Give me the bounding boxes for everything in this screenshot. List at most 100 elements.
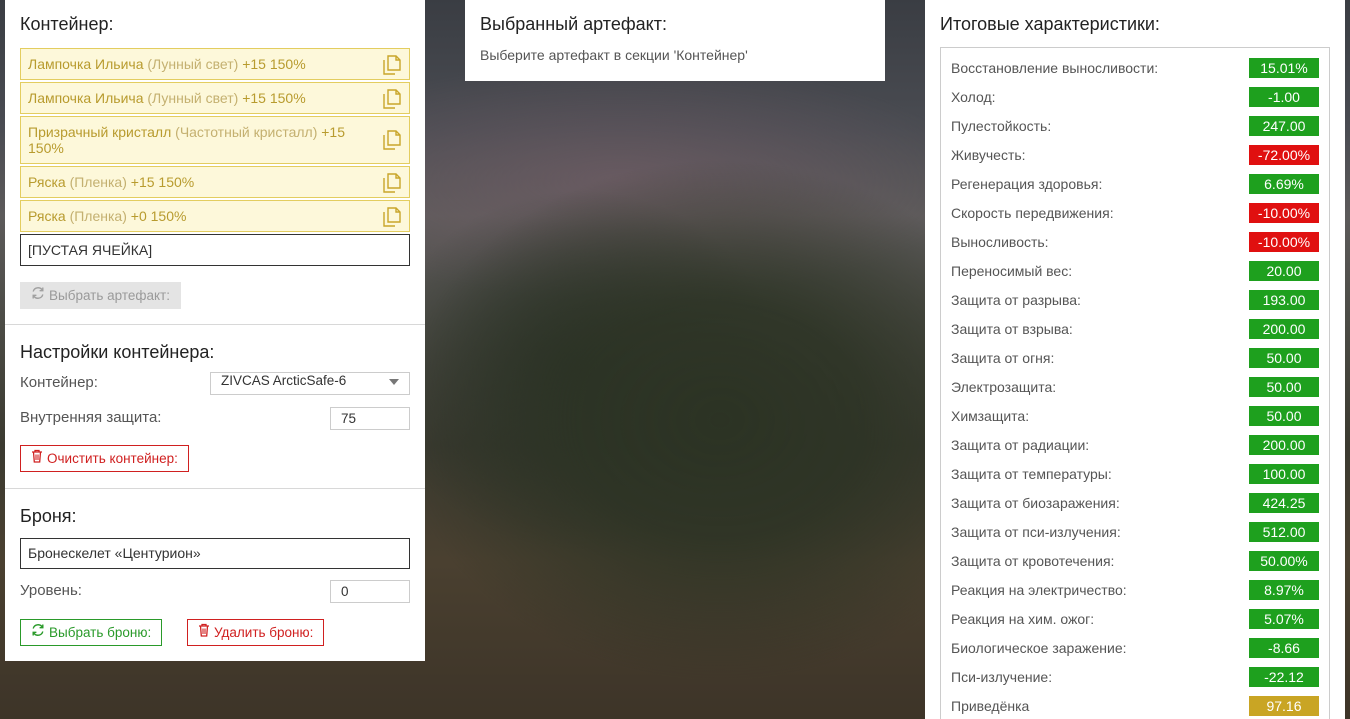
selected-artifact-hint: Выберите артефакт в секции 'Контейнер' <box>480 47 748 63</box>
stat-value: 97.16 <box>1249 695 1319 716</box>
stat-value: 193.00 <box>1249 289 1319 310</box>
copy-icon[interactable] <box>383 207 401 230</box>
stat-row: Электрозащита: 50.00 <box>951 372 1319 401</box>
stat-value: 512.00 <box>1249 521 1319 542</box>
selected-artifact-panel: Выбранный артефакт: Выберите артефакт в … <box>465 0 885 81</box>
stat-value: -10.00% <box>1249 231 1319 252</box>
artifact-name: Лампочка Ильича <box>28 90 144 106</box>
artifact-type: (Лунный свет) <box>147 56 239 72</box>
stat-row: Реакция на хим. ожог: 5.07% <box>951 604 1319 633</box>
refresh-icon <box>31 283 45 308</box>
stat-label: Электрозащита: <box>951 378 1057 395</box>
delete-armor-label: Удалить броню: <box>214 625 314 640</box>
copy-icon[interactable] <box>383 130 401 153</box>
stat-value: 50.00 <box>1249 347 1319 368</box>
container-select-value: ZIVCAS ArcticSafe-6 <box>221 373 347 388</box>
stat-row: Пси-излучение: -22.12 <box>951 662 1319 691</box>
stat-value: -10.00% <box>1249 202 1319 223</box>
stat-row: Приведёнка 97.16 <box>951 691 1319 719</box>
container-select[interactable]: ZIVCAS ArcticSafe-6 <box>210 372 410 395</box>
stats-list: Восстановление выносливости: 15.01% Холод:… <box>940 47 1330 719</box>
container-title: Контейнер: <box>20 14 114 34</box>
stat-row: Защита от взрыва: 200.00 <box>951 314 1319 343</box>
stat-label: Регенерация здоровья: <box>951 175 1103 192</box>
stat-label: Пулестойкость: <box>951 117 1052 134</box>
stat-value: 50.00% <box>1249 550 1319 571</box>
stat-label: Защита от пси-излучения: <box>951 523 1121 540</box>
stat-value: 5.07% <box>1249 608 1319 629</box>
armor-field[interactable]: Бронескелет «Центурион» <box>20 538 410 569</box>
stat-row: Пулестойкость: 247.00 <box>951 111 1319 140</box>
stat-label: Защита от разрыва: <box>951 291 1081 308</box>
stat-value: -1.00 <box>1249 86 1319 107</box>
artifact-name: Лампочка Ильича <box>28 56 144 72</box>
delete-armor-button[interactable]: Удалить броню: <box>187 619 325 646</box>
select-armor-label: Выбрать броню: <box>49 625 152 640</box>
stat-label: Защита от взрыва: <box>951 320 1073 337</box>
stat-label: Защита от биозаражения: <box>951 494 1120 511</box>
stat-label: Восстановление выносливости: <box>951 59 1159 76</box>
stat-value: 200.00 <box>1249 434 1319 455</box>
stat-row: Защита от разрыва: 193.00 <box>951 285 1319 314</box>
stat-row: Реакция на электричество: 8.97% <box>951 575 1319 604</box>
stat-row: Скорость передвижения: -10.00% <box>951 198 1319 227</box>
stat-row: Защита от биозаражения: 424.25 <box>951 488 1319 517</box>
clear-container-label: Очистить контейнер: <box>47 451 178 466</box>
stat-value: 20.00 <box>1249 260 1319 281</box>
copy-icon[interactable] <box>383 89 401 112</box>
stat-label: Пси-излучение: <box>951 668 1053 685</box>
stat-value: 424.25 <box>1249 492 1319 513</box>
stat-value: -72.00% <box>1249 144 1319 165</box>
artifact-stats: +15 150% <box>242 90 306 106</box>
stat-value: 100.00 <box>1249 463 1319 484</box>
divider <box>5 488 425 489</box>
stat-row: Защита от температуры: 100.00 <box>951 459 1319 488</box>
stat-row: Регенерация здоровья: 6.69% <box>951 169 1319 198</box>
copy-icon[interactable] <box>383 173 401 196</box>
trash-icon <box>198 620 210 645</box>
stat-label: Защита от кровотечения: <box>951 552 1115 569</box>
artifact-type: (Частотный кристалл) <box>175 124 318 140</box>
stat-value: 15.01% <box>1249 57 1319 78</box>
stat-row: Защита от кровотечения: 50.00% <box>951 546 1319 575</box>
artifact-slot-3[interactable]: Призрачный кристалл (Частотный кристалл)… <box>20 116 410 164</box>
stat-label: Реакция на электричество: <box>951 581 1127 598</box>
stat-row: Восстановление выносливости: 15.01% <box>951 53 1319 82</box>
stat-label: Выносливость: <box>951 233 1049 250</box>
empty-slot[interactable]: [ПУСТАЯ ЯЧЕЙКА] <box>20 234 410 266</box>
selected-artifact-title: Выбранный артефакт: <box>480 14 667 34</box>
container-label: Контейнер: <box>20 374 98 391</box>
stat-row: Химзащита: 50.00 <box>951 401 1319 430</box>
stat-row: Выносливость: -10.00% <box>951 227 1319 256</box>
stat-label: Реакция на хим. ожог: <box>951 610 1095 627</box>
inner-protection-input[interactable]: 75 <box>330 407 410 430</box>
stat-label: Скорость передвижения: <box>951 204 1114 221</box>
stat-label: Химзащита: <box>951 407 1030 424</box>
artifact-type: (Лунный свет) <box>147 90 239 106</box>
stat-label: Защита от радиации: <box>951 436 1090 453</box>
artifact-slot-5[interactable]: Ряска (Пленка) +0 150% <box>20 200 410 232</box>
container-settings-title: Настройки контейнера: <box>20 342 215 362</box>
level-input[interactable]: 0 <box>330 580 410 603</box>
artifact-slot-2[interactable]: Лампочка Ильича (Лунный свет) +15 150% <box>20 82 410 114</box>
stat-label: Защита от огня: <box>951 349 1055 366</box>
artifact-type: (Пленка) <box>69 174 127 190</box>
totals-panel: Итоговые характеристики: Восстановление … <box>925 0 1345 719</box>
artifact-name: Ряска <box>28 208 66 224</box>
artifact-type: (Пленка) <box>69 208 127 224</box>
select-artifact-label: Выбрать артефакт: <box>49 288 170 303</box>
stat-row: Переносимый вес: 20.00 <box>951 256 1319 285</box>
stat-row: Защита от радиации: 200.00 <box>951 430 1319 459</box>
stat-row: Холод: -1.00 <box>951 82 1319 111</box>
artifact-slot-1[interactable]: Лампочка Ильича (Лунный свет) +15 150% <box>20 48 410 80</box>
select-artifact-button[interactable]: Выбрать артефакт: <box>20 282 181 309</box>
stat-value: 8.97% <box>1249 579 1319 600</box>
clear-container-button[interactable]: Очистить контейнер: <box>20 445 189 472</box>
left-panel: Контейнер: Лампочка Ильича (Лунный свет)… <box>5 0 425 661</box>
select-armor-button[interactable]: Выбрать броню: <box>20 619 163 646</box>
stat-row: Защита от пси-излучения: 512.00 <box>951 517 1319 546</box>
chevron-down-icon <box>389 379 399 385</box>
copy-icon[interactable] <box>383 55 401 78</box>
artifact-slot-4[interactable]: Ряска (Пленка) +15 150% <box>20 166 410 198</box>
stat-label: Живучесть: <box>951 146 1026 163</box>
